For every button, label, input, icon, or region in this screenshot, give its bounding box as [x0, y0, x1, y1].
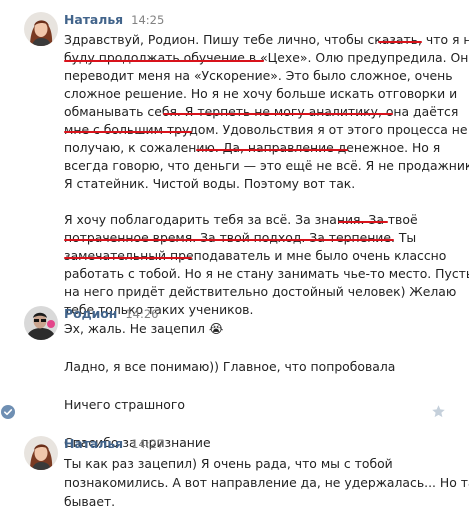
- message-line: [64, 376, 464, 395]
- message-line: работать с тобой. Но я не стану занимать…: [64, 266, 469, 281]
- message-line: замечательный преподаватель и мне было о…: [64, 248, 447, 263]
- message-line: потраченное время. За твой подход. За те…: [64, 230, 417, 245]
- highlight-underline: [64, 60, 264, 62]
- message-line: обманывать себя. Я терпеть не могу анали…: [64, 104, 459, 119]
- highlight-underline: [196, 149, 348, 151]
- message-line: [64, 193, 464, 211]
- avatar-rodion[interactable]: [24, 306, 58, 340]
- star-icon[interactable]: [431, 404, 446, 419]
- message-line: буду продолжать обучение в «Цехе». Олю п…: [64, 50, 469, 65]
- highlight-underline: [64, 257, 192, 259]
- message-line: Ты как раз зацепил) Я очень рада, что мы…: [64, 456, 393, 471]
- message-line: Ладно, я все понимаю)) Главное, что попр…: [64, 359, 396, 374]
- message-time[interactable]: 14:27: [131, 437, 164, 451]
- avatar-natalia[interactable]: [24, 436, 58, 470]
- message-line: Эх, жаль. Не зацепил 😭: [64, 321, 224, 336]
- message-author[interactable]: Наталья: [64, 12, 123, 27]
- message-line: Здравствуй, Родион. Пишу тебе лично, что…: [64, 32, 469, 47]
- message-line: Я хочу поблагодарить тебя за всё. За зна…: [64, 212, 418, 227]
- check-circle-icon[interactable]: [1, 405, 15, 419]
- message-line: мне с большим трудом. Удовольствия я от …: [64, 122, 468, 137]
- message-line: всегда говорю, что деньги — это ещё не в…: [64, 158, 469, 173]
- message-author[interactable]: Наталья: [64, 436, 123, 451]
- message-line: сложное решение. Но я не хочу больше иск…: [64, 86, 458, 101]
- message-time[interactable]: 14:25: [131, 13, 164, 27]
- message-line: бывает.: [64, 494, 116, 509]
- message-text: Эх, жаль. Не зацепил 😭 Ладно, я все пони…: [64, 319, 464, 452]
- male-avatar-icon: [24, 306, 58, 340]
- female-avatar-icon: [24, 12, 58, 46]
- highlight-underline: [163, 113, 393, 115]
- message-line: получаю, к сожалению. Да, направление де…: [64, 140, 441, 155]
- message-line: [64, 338, 464, 357]
- highlight-underline: [64, 239, 394, 241]
- message-line: [64, 414, 464, 433]
- message-line: Ничего страшного: [64, 397, 185, 412]
- message-text: Здравствуй, Родион. Пишу тебе лично, что…: [64, 31, 469, 319]
- message-line: Я статейник. Чистой воды. Поэтому вот та…: [64, 176, 356, 191]
- message-line: переводит меня на «Ускорение». Это было …: [64, 68, 453, 83]
- message-line: на него придёт действительно достойный ч…: [64, 284, 457, 299]
- message-line: познакомились. А вот направление да, не …: [64, 475, 469, 490]
- female-avatar-icon: [24, 436, 58, 470]
- highlight-underline: [378, 41, 422, 43]
- avatar-natalia[interactable]: [24, 12, 58, 46]
- highlight-underline: [64, 131, 192, 133]
- highlight-underline: [338, 221, 388, 223]
- message-text: Ты как раз зацепил) Я очень рада, что мы…: [64, 454, 469, 511]
